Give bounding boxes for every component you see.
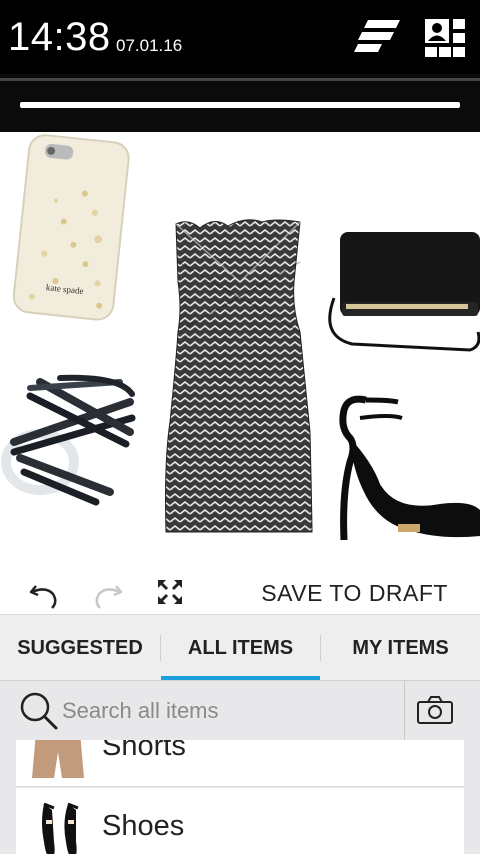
list-item[interactable]: Shorts xyxy=(16,740,464,787)
search-bar xyxy=(0,680,480,741)
shorts-thumbnail xyxy=(30,740,86,787)
phone-case-item[interactable]: kate spade xyxy=(12,134,130,321)
divider xyxy=(0,78,480,81)
tab-bar: SUGGESTED ALL ITEMS MY ITEMS xyxy=(0,614,480,681)
clock-date: 07.01.16 xyxy=(116,36,183,55)
heels-item[interactable] xyxy=(339,395,480,541)
tab-my-items[interactable]: MY ITEMS xyxy=(321,615,480,681)
redo-icon[interactable] xyxy=(92,578,124,610)
edit-toolbar: SAVE TO DRAFT xyxy=(0,572,480,614)
search-divider xyxy=(404,681,405,741)
ring-item[interactable] xyxy=(1,374,136,506)
title-bar xyxy=(0,74,480,132)
dress-item[interactable] xyxy=(165,219,313,533)
category-list: Shorts Shoes xyxy=(0,740,480,854)
list-item-label: Shorts xyxy=(102,740,186,762)
status-bar: 14:38 07.01.16 xyxy=(0,0,480,74)
canvas-art: kate spade xyxy=(1,134,480,541)
list-item[interactable]: Shoes xyxy=(16,788,464,854)
tab-suggested[interactable]: SUGGESTED xyxy=(0,615,160,681)
outfit-canvas[interactable]: kate spade xyxy=(0,132,480,572)
notification-icon[interactable] xyxy=(354,18,402,61)
search-icon xyxy=(18,690,60,737)
shoes-thumbnail xyxy=(38,802,82,854)
search-input[interactable] xyxy=(62,697,392,725)
list-item-label: Shoes xyxy=(102,810,185,842)
clock-time: 14:38 xyxy=(8,15,111,59)
profile-grid-icon[interactable] xyxy=(424,18,466,63)
save-to-draft-button[interactable]: SAVE TO DRAFT xyxy=(261,580,448,607)
handbag-item[interactable] xyxy=(328,232,480,352)
tab-all-items[interactable]: ALL ITEMS xyxy=(161,615,320,681)
undo-icon[interactable] xyxy=(28,578,60,610)
progress-bar xyxy=(20,102,460,108)
camera-icon[interactable] xyxy=(416,695,454,730)
fullscreen-icon[interactable] xyxy=(156,578,188,610)
